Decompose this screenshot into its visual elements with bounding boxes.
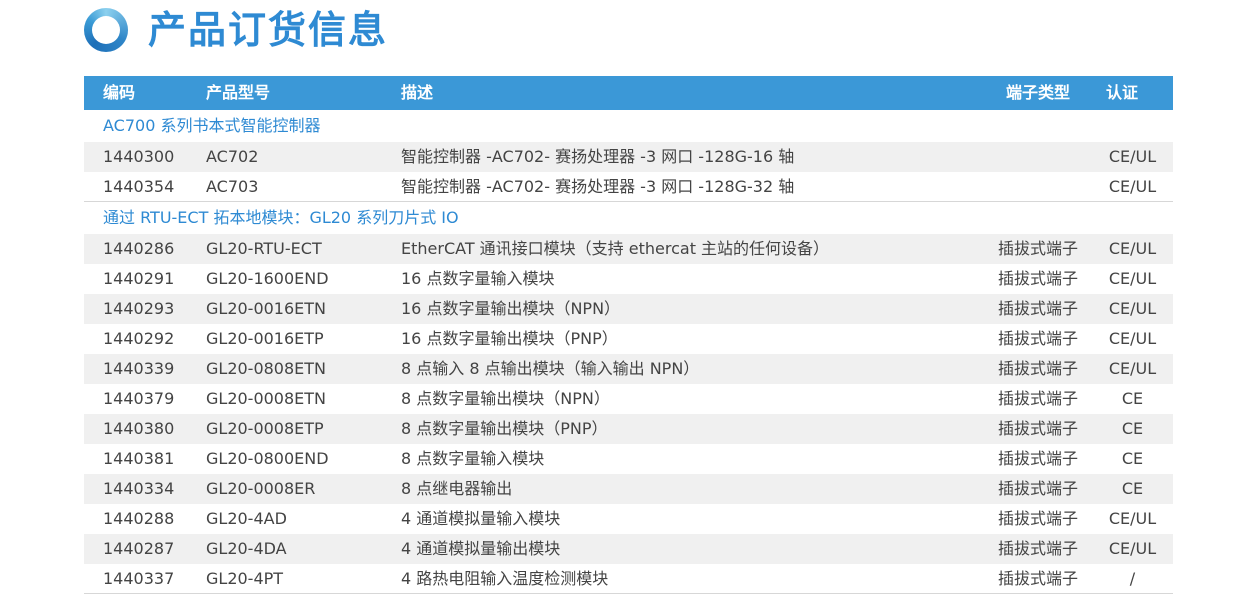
section-title: 通过 RTU-ECT 拓本地模块：GL20 系列刀片式 IO bbox=[84, 202, 1173, 234]
cell-model: AC702 bbox=[206, 147, 259, 166]
section-title-text: AC700 系列书本式智能控制器 bbox=[103, 116, 321, 135]
cell-description: 16 点数字量输入模块 bbox=[401, 269, 555, 288]
ring-icon bbox=[84, 8, 128, 52]
table-row: 1440339 GL20-0808ETN 8 点输入 8 点输出模块（输入输出 … bbox=[84, 354, 1173, 384]
header-model: 产品型号 bbox=[206, 83, 271, 102]
cell-model: GL20-0800END bbox=[206, 449, 329, 468]
cell-code: 1440286 bbox=[103, 239, 175, 258]
cell-code: 1440337 bbox=[103, 569, 175, 588]
cell-code: 1440381 bbox=[103, 449, 175, 468]
header-code: 编码 bbox=[103, 83, 136, 102]
cell-description: EtherCAT 通讯接口模块（支持 ethercat 主站的任何设备） bbox=[401, 239, 830, 258]
cell-model: GL20-4AD bbox=[206, 509, 287, 528]
cell-certification: CE bbox=[1121, 449, 1144, 468]
table-row: 1440288 GL20-4AD 4 通道模拟量输入模块 插拔式端子 CE/UL bbox=[84, 504, 1173, 534]
cell-model: GL20-0016ETP bbox=[206, 329, 324, 348]
cell-certification: CE/UL bbox=[1108, 299, 1157, 318]
table-row: 1440337 GL20-4PT 4 路热电阻输入温度检测模块 插拔式端子 / bbox=[84, 564, 1173, 594]
cell-terminal-type: 插拔式端子 bbox=[998, 299, 1079, 318]
table-row: 1440354 AC703 智能控制器 -AC702- 赛扬处理器 -3 网口 … bbox=[84, 172, 1173, 202]
cell-certification: CE/UL bbox=[1108, 239, 1157, 258]
cell-model: GL20-RTU-ECT bbox=[206, 239, 322, 258]
ordering-table: 编码 产品型号 描述 端子类型 认证 AC700 系列书本式智能控制器 1440… bbox=[84, 76, 1173, 594]
cell-code: 1440288 bbox=[103, 509, 175, 528]
cell-code: 1440293 bbox=[103, 299, 175, 318]
page-header: 产品订货信息 bbox=[84, 8, 388, 52]
cell-certification: CE bbox=[1121, 389, 1144, 408]
header-description: 描述 bbox=[401, 83, 434, 102]
cell-certification: CE bbox=[1121, 419, 1144, 438]
cell-certification: CE/UL bbox=[1108, 177, 1157, 196]
table-row: 1440380 GL20-0008ETP 8 点数字量输出模块（PNP） 插拔式… bbox=[84, 414, 1173, 444]
cell-model: GL20-4DA bbox=[206, 539, 287, 558]
section-title-text: 通过 RTU-ECT 拓本地模块：GL20 系列刀片式 IO bbox=[103, 208, 459, 227]
table-row: 1440300 AC702 智能控制器 -AC702- 赛扬处理器 -3 网口 … bbox=[84, 142, 1173, 172]
table-row: 1440293 GL20-0016ETN 16 点数字量输出模块（NPN） 插拔… bbox=[84, 294, 1173, 324]
cell-certification: CE/UL bbox=[1108, 269, 1157, 288]
cell-terminal-type: 插拔式端子 bbox=[998, 449, 1079, 468]
cell-code: 1440354 bbox=[103, 177, 175, 196]
cell-terminal-type: 插拔式端子 bbox=[998, 479, 1079, 498]
cell-description: 智能控制器 -AC702- 赛扬处理器 -3 网口 -128G-32 轴 bbox=[401, 177, 795, 196]
cell-certification: CE bbox=[1121, 479, 1144, 498]
header-certification: 认证 bbox=[1106, 83, 1139, 102]
cell-certification: CE/UL bbox=[1108, 147, 1157, 166]
table-row: 1440286 GL20-RTU-ECT EtherCAT 通讯接口模块（支持 … bbox=[84, 234, 1173, 264]
cell-description: 16 点数字量输出模块（PNP） bbox=[401, 329, 618, 348]
cell-code: 1440292 bbox=[103, 329, 175, 348]
cell-description: 4 通道模拟量输出模块 bbox=[401, 539, 561, 558]
header-terminal-type: 端子类型 bbox=[1006, 83, 1071, 102]
cell-description: 4 路热电阻输入温度检测模块 bbox=[401, 569, 609, 588]
cell-terminal-type: 插拔式端子 bbox=[998, 509, 1079, 528]
cell-terminal-type: 插拔式端子 bbox=[998, 539, 1079, 558]
cell-terminal-type: 插拔式端子 bbox=[998, 569, 1079, 588]
table-row: 1440381 GL20-0800END 8 点数字量输入模块 插拔式端子 CE bbox=[84, 444, 1173, 474]
table-header: 编码 产品型号 描述 端子类型 认证 bbox=[84, 76, 1173, 110]
cell-certification: / bbox=[1129, 569, 1136, 588]
cell-model: GL20-0008ETN bbox=[206, 389, 327, 408]
cell-certification: CE/UL bbox=[1108, 329, 1157, 348]
cell-code: 1440339 bbox=[103, 359, 175, 378]
cell-description: 4 通道模拟量输入模块 bbox=[401, 509, 561, 528]
cell-model: GL20-0016ETN bbox=[206, 299, 327, 318]
section-title: AC700 系列书本式智能控制器 bbox=[84, 110, 1173, 142]
cell-model: GL20-0008ER bbox=[206, 479, 316, 498]
cell-code: 1440300 bbox=[103, 147, 175, 166]
cell-code: 1440334 bbox=[103, 479, 175, 498]
cell-terminal-type: 插拔式端子 bbox=[998, 329, 1079, 348]
cell-code: 1440379 bbox=[103, 389, 175, 408]
table-row: 1440291 GL20-1600END 16 点数字量输入模块 插拔式端子 C… bbox=[84, 264, 1173, 294]
cell-certification: CE/UL bbox=[1108, 359, 1157, 378]
cell-description: 8 点继电器输出 bbox=[401, 479, 513, 498]
cell-terminal-type: 插拔式端子 bbox=[998, 359, 1079, 378]
cell-terminal-type: 插拔式端子 bbox=[998, 239, 1079, 258]
cell-certification: CE/UL bbox=[1108, 509, 1157, 528]
cell-model: GL20-1600END bbox=[206, 269, 329, 288]
cell-description: 16 点数字量输出模块（NPN） bbox=[401, 299, 621, 318]
cell-terminal-type: 插拔式端子 bbox=[998, 269, 1079, 288]
page-title: 产品订货信息 bbox=[148, 8, 389, 52]
cell-description: 8 点数字量输出模块（NPN） bbox=[401, 389, 610, 408]
table-row: 1440292 GL20-0016ETP 16 点数字量输出模块（PNP） 插拔… bbox=[84, 324, 1173, 354]
cell-model: AC703 bbox=[206, 177, 259, 196]
cell-model: GL20-4PT bbox=[206, 569, 284, 588]
cell-description: 8 点数字量输出模块（PNP） bbox=[401, 419, 608, 438]
cell-description: 8 点数字量输入模块 bbox=[401, 449, 545, 468]
cell-certification: CE/UL bbox=[1108, 539, 1157, 558]
cell-terminal-type: 插拔式端子 bbox=[998, 419, 1079, 438]
cell-description: 智能控制器 -AC702- 赛扬处理器 -3 网口 -128G-16 轴 bbox=[401, 147, 795, 166]
cell-terminal-type: 插拔式端子 bbox=[998, 389, 1079, 408]
cell-code: 1440287 bbox=[103, 539, 175, 558]
cell-code: 1440291 bbox=[103, 269, 175, 288]
table-row: 1440334 GL20-0008ER 8 点继电器输出 插拔式端子 CE bbox=[84, 474, 1173, 504]
table-row: 1440287 GL20-4DA 4 通道模拟量输出模块 插拔式端子 CE/UL bbox=[84, 534, 1173, 564]
table-row: 1440379 GL20-0008ETN 8 点数字量输出模块（NPN） 插拔式… bbox=[84, 384, 1173, 414]
cell-description: 8 点输入 8 点输出模块（输入输出 NPN） bbox=[401, 359, 700, 378]
cell-model: GL20-0008ETP bbox=[206, 419, 324, 438]
cell-model: GL20-0808ETN bbox=[206, 359, 327, 378]
cell-code: 1440380 bbox=[103, 419, 175, 438]
